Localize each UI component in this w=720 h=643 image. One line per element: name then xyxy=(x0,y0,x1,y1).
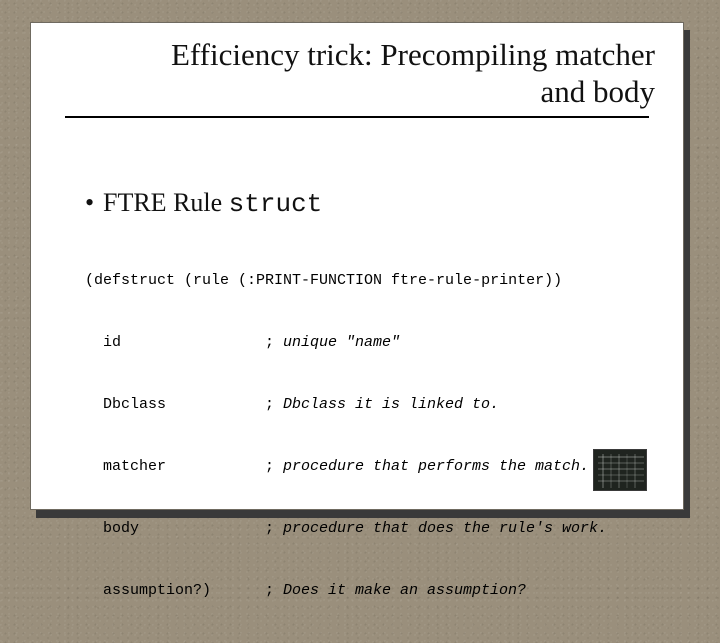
bullet-code: struct xyxy=(229,189,323,219)
code-field-name: matcher xyxy=(85,457,265,478)
code-comment: procedure that performs the match. xyxy=(283,457,589,478)
code-line-body: body;procedure that does the rule's work… xyxy=(85,519,655,540)
bullet-text: FTRE Rule xyxy=(103,188,229,217)
semicolon-icon: ; xyxy=(265,581,283,602)
code-comment: unique "name" xyxy=(283,333,400,354)
code-comment: procedure that does the rule's work. xyxy=(283,519,607,540)
semicolon-icon: ; xyxy=(265,519,283,540)
code-comment: Does it make an assumption? xyxy=(283,581,526,602)
bullet-content: FTRE Rule struct xyxy=(103,188,322,219)
corner-logo-icon xyxy=(593,449,647,491)
slide-title-line2: and body xyxy=(540,74,655,109)
slide: Efficiency trick: Precompiling matcher a… xyxy=(30,22,684,510)
code-field-name: assumption?) xyxy=(85,581,265,602)
bullet-item: • FTRE Rule struct xyxy=(85,188,655,219)
code-field-name: body xyxy=(85,519,265,540)
slide-title: Efficiency trick: Precompiling matcher a… xyxy=(59,37,655,110)
slide-title-line1: Efficiency trick: Precompiling matcher xyxy=(171,37,655,72)
code-field-name: Dbclass xyxy=(85,395,265,416)
code-line-defstruct: (defstruct (rule (:PRINT-FUNCTION ftre-r… xyxy=(85,271,655,292)
semicolon-icon: ; xyxy=(265,457,283,478)
code-field-name: id xyxy=(85,333,265,354)
title-underline xyxy=(65,116,649,118)
code-line-assumption: assumption?);Does it make an assumption? xyxy=(85,581,655,602)
code-comment: Dbclass it is linked to. xyxy=(283,395,499,416)
code-line-id: id;unique "name" xyxy=(85,333,655,354)
code-block: (defstruct (rule (:PRINT-FUNCTION ftre-r… xyxy=(85,229,655,643)
semicolon-icon: ; xyxy=(265,395,283,416)
code-line-matcher: matcher;procedure that performs the matc… xyxy=(85,457,655,478)
semicolon-icon: ; xyxy=(265,333,283,354)
code-line-dbclass: Dbclass;Dbclass it is linked to. xyxy=(85,395,655,416)
bullet-dot-icon: • xyxy=(85,188,103,218)
